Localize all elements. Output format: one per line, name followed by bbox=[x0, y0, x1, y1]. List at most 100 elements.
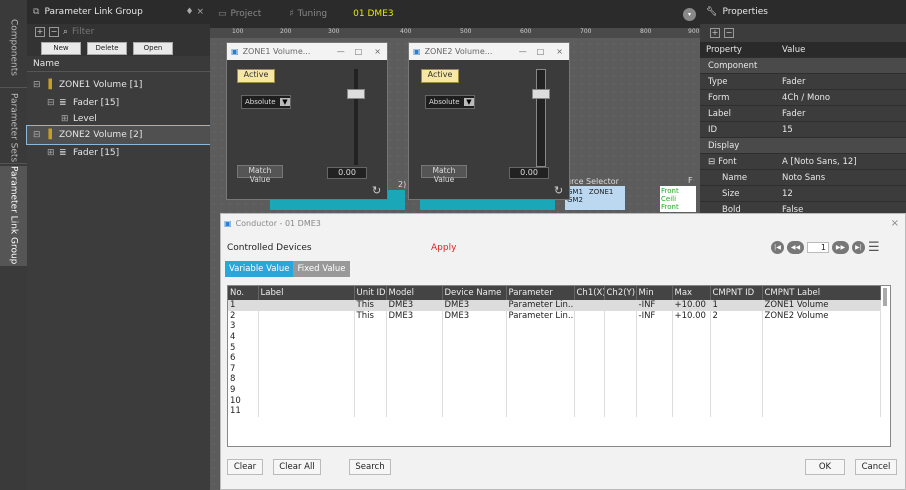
table-row[interactable]: 2 This DME3 DME3 Parameter Lin... -INF +10.00 2… bbox=[228, 310, 881, 322]
table-cell[interactable]: 7 bbox=[228, 363, 259, 375]
property-row[interactable]: Display bbox=[700, 138, 906, 154]
fader-track[interactable] bbox=[354, 69, 358, 165]
table-cell[interactable] bbox=[258, 384, 355, 396]
table-cell[interactable]: -INF bbox=[636, 300, 673, 311]
table-cell[interactable] bbox=[442, 374, 507, 385]
tree-node-fader[interactable]: ⊟ ≣ Fader [15] bbox=[27, 94, 210, 112]
table-cell[interactable] bbox=[574, 310, 605, 322]
table-cell[interactable] bbox=[258, 405, 355, 417]
property-value[interactable]: Fader bbox=[778, 77, 906, 87]
dialog-titlebar[interactable]: ▣ Conductor - 01 DME3 × bbox=[221, 214, 905, 232]
table-cell[interactable]: This bbox=[354, 310, 387, 322]
table-cell[interactable] bbox=[636, 342, 673, 353]
table-cell[interactable] bbox=[604, 331, 637, 343]
column-header[interactable]: Label bbox=[258, 286, 355, 300]
mode-select[interactable]: Absolute ▼ bbox=[425, 95, 475, 109]
property-row[interactable]: Component bbox=[700, 58, 906, 74]
table-cell[interactable] bbox=[354, 405, 387, 417]
refresh-icon[interactable]: ↻ bbox=[372, 184, 381, 197]
table-cell[interactable]: 2 bbox=[228, 310, 259, 322]
table-cell[interactable]: 4 bbox=[228, 331, 259, 343]
match-value-button[interactable]: Match Value bbox=[421, 165, 467, 184]
window-titlebar[interactable]: ▣ ZONE1 Volume... — □ × bbox=[227, 43, 387, 60]
table-cell[interactable] bbox=[672, 352, 711, 364]
search-button[interactable]: Search bbox=[349, 459, 391, 475]
table-cell[interactable] bbox=[258, 331, 355, 343]
table-cell[interactable] bbox=[604, 395, 637, 406]
property-row[interactable]: Name Noto Sans bbox=[700, 170, 906, 186]
table-cell[interactable]: +10.00 bbox=[672, 300, 711, 311]
table-cell[interactable]: DME3 bbox=[386, 310, 443, 322]
table-cell[interactable] bbox=[442, 352, 507, 364]
collapse-all-icon[interactable]: − bbox=[49, 27, 59, 37]
table-cell[interactable]: 1 bbox=[228, 300, 259, 311]
table-cell[interactable] bbox=[636, 363, 673, 375]
minimize-icon[interactable]: — bbox=[519, 47, 527, 56]
table-cell[interactable] bbox=[710, 405, 763, 417]
table-cell[interactable] bbox=[762, 384, 881, 396]
tab-fixed-value[interactable]: Fixed Value bbox=[293, 261, 350, 277]
table-cell[interactable] bbox=[604, 352, 637, 364]
fader-knob[interactable] bbox=[532, 89, 550, 99]
property-value[interactable]: A [Noto Sans, 12] bbox=[778, 157, 906, 167]
table-cell[interactable] bbox=[506, 352, 575, 364]
table-cell[interactable] bbox=[672, 384, 711, 396]
zone2-volume-window[interactable]: ▣ ZONE2 Volume... — □ × Active Absolute … bbox=[408, 42, 570, 200]
table-cell[interactable] bbox=[386, 363, 443, 375]
table-cell[interactable] bbox=[258, 310, 355, 322]
table-cell[interactable] bbox=[574, 384, 605, 396]
collapse-icon[interactable]: ⊟ bbox=[33, 130, 45, 140]
table-row[interactable]: 6 bbox=[228, 352, 881, 364]
table-cell[interactable] bbox=[574, 342, 605, 353]
expand-icon[interactable]: ⊞ bbox=[61, 114, 73, 124]
table-cell[interactable] bbox=[710, 363, 763, 375]
table-cell[interactable] bbox=[354, 342, 387, 353]
table-cell[interactable] bbox=[506, 374, 575, 385]
table-cell[interactable] bbox=[672, 331, 711, 343]
collapse-icon[interactable]: ⊟ bbox=[33, 80, 45, 90]
column-header[interactable]: Device Name bbox=[442, 286, 507, 300]
output-block[interactable]: Front Ceili Front bbox=[660, 186, 696, 212]
tab-parameter-sets[interactable]: Parameter Sets bbox=[0, 92, 27, 164]
table-cell[interactable] bbox=[710, 352, 763, 364]
column-header[interactable]: Parameter bbox=[506, 286, 575, 300]
table-cell[interactable] bbox=[604, 321, 637, 332]
table-cell[interactable] bbox=[604, 405, 637, 417]
fader-knob[interactable] bbox=[347, 89, 365, 99]
table-row[interactable]: 11 bbox=[228, 405, 881, 417]
table-cell[interactable] bbox=[506, 405, 575, 417]
table-cell[interactable] bbox=[636, 395, 673, 406]
match-value-button[interactable]: Match Value bbox=[237, 165, 283, 184]
table-cell[interactable] bbox=[354, 363, 387, 375]
table-cell[interactable] bbox=[604, 300, 637, 311]
table-cell[interactable] bbox=[354, 321, 387, 332]
table-cell[interactable] bbox=[442, 331, 507, 343]
last-page-icon[interactable]: ▶| bbox=[852, 241, 865, 254]
table-cell[interactable] bbox=[762, 321, 881, 332]
table-cell[interactable] bbox=[258, 300, 355, 311]
table-cell[interactable]: Parameter Lin... bbox=[506, 300, 575, 311]
column-header[interactable]: Max bbox=[672, 286, 711, 300]
table-cell[interactable]: -INF bbox=[636, 310, 673, 322]
table-cell[interactable] bbox=[574, 374, 605, 385]
table-cell[interactable] bbox=[354, 374, 387, 385]
tab-dme3[interactable]: 01 DME3 bbox=[335, 0, 401, 28]
column-header[interactable]: Model bbox=[386, 286, 443, 300]
property-row[interactable]: Label Fader bbox=[700, 106, 906, 122]
property-row[interactable]: Form 4Ch / Mono bbox=[700, 90, 906, 106]
active-button[interactable]: Active bbox=[237, 69, 275, 83]
table-cell[interactable] bbox=[386, 331, 443, 343]
table-cell[interactable] bbox=[506, 331, 575, 343]
table-cell[interactable] bbox=[258, 352, 355, 364]
table-cell[interactable] bbox=[574, 363, 605, 375]
clear-button[interactable]: Clear bbox=[227, 459, 263, 475]
fader-value[interactable]: 0.00 bbox=[509, 167, 549, 179]
table-cell[interactable] bbox=[574, 331, 605, 343]
prev-page-icon[interactable]: ◀◀ bbox=[787, 241, 804, 254]
expand-all-icon[interactable]: + bbox=[710, 28, 720, 38]
new-button[interactable]: New bbox=[41, 41, 81, 55]
table-cell[interactable] bbox=[762, 363, 881, 375]
tree-node-fader-2[interactable]: ⊞ ≣ Fader [15] bbox=[27, 144, 210, 162]
table-cell[interactable] bbox=[604, 384, 637, 396]
table-cell[interactable]: DME3 bbox=[386, 300, 443, 311]
